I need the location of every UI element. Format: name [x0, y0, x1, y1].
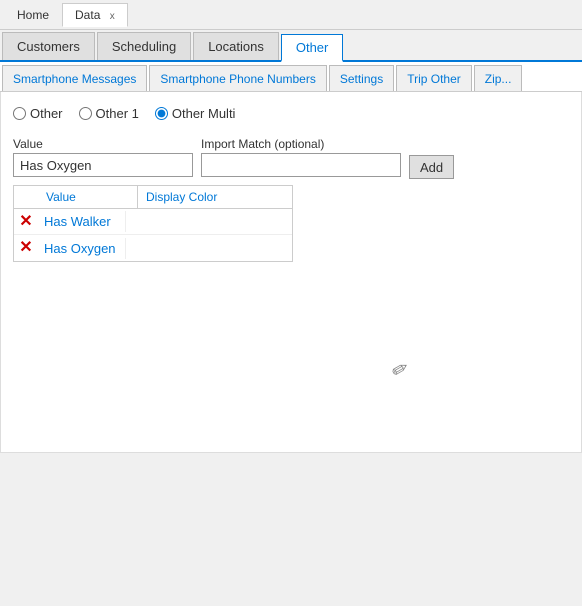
radio-other-multi[interactable] — [155, 107, 168, 120]
import-match-form-group: Import Match (optional) — [201, 137, 401, 177]
form-row: Value Import Match (optional) Add — [13, 137, 569, 179]
add-button[interactable]: Add — [409, 155, 454, 179]
value-input[interactable] — [13, 153, 193, 177]
data-table: Value Display Color ✕ Has Walker ✕ Has O… — [13, 185, 293, 262]
main-nav-tabs: Customers Scheduling Locations Other — [0, 30, 582, 62]
sub-tab-zip[interactable]: Zip... — [474, 65, 523, 91]
value-form-group: Value — [13, 137, 193, 177]
radio-option-other-multi[interactable]: Other Multi — [155, 106, 236, 121]
table-row: ✕ Has Oxygen — [14, 235, 292, 261]
nav-tab-scheduling[interactable]: Scheduling — [97, 32, 191, 60]
title-bar: Home Data x — [0, 0, 582, 30]
table-cell-value-1: Has Walker — [38, 211, 126, 232]
nav-tab-locations[interactable]: Locations — [193, 32, 279, 60]
nav-tab-customers[interactable]: Customers — [2, 32, 95, 60]
table-cell-value-2: Has Oxygen — [38, 238, 126, 259]
table-cell-color-1 — [126, 219, 292, 225]
import-match-input[interactable] — [201, 153, 401, 177]
delete-row-1-button[interactable]: ✕ — [14, 214, 38, 230]
sub-tab-trip-other[interactable]: Trip Other — [396, 65, 472, 91]
delete-icon: ✕ — [19, 214, 32, 230]
sub-tab-settings[interactable]: Settings — [329, 65, 394, 91]
title-tab-data[interactable]: Data x — [62, 3, 128, 27]
delete-icon: ✕ — [19, 240, 32, 256]
close-tab-button[interactable]: x — [110, 11, 115, 22]
value-label: Value — [13, 137, 193, 151]
table-row: ✕ Has Walker — [14, 209, 292, 235]
canvas-area: ✏ — [13, 262, 569, 442]
sub-tab-smartphone-messages[interactable]: Smartphone Messages — [2, 65, 147, 91]
pencil-icon: ✏ — [387, 354, 414, 384]
sub-tab-smartphone-phone-numbers[interactable]: Smartphone Phone Numbers — [149, 65, 326, 91]
nav-tab-other[interactable]: Other — [281, 34, 344, 62]
radio-option-other1[interactable]: Other 1 — [79, 106, 139, 121]
radio-option-other[interactable]: Other — [13, 106, 63, 121]
radio-group-other-type: Other Other 1 Other Multi — [13, 102, 569, 125]
radio-other1[interactable] — [79, 107, 92, 120]
radio-other[interactable] — [13, 107, 26, 120]
content-area: Other Other 1 Other Multi Value Import M… — [0, 92, 582, 453]
title-tab-home[interactable]: Home — [4, 3, 62, 27]
column-header-value: Value — [38, 186, 138, 208]
delete-row-2-button[interactable]: ✕ — [14, 240, 38, 256]
table-cell-color-2 — [126, 245, 292, 251]
column-header-display-color: Display Color — [138, 186, 292, 208]
sub-tabs: Smartphone Messages Smartphone Phone Num… — [0, 62, 582, 92]
table-header: Value Display Color — [14, 186, 292, 209]
import-match-label: Import Match (optional) — [201, 137, 401, 151]
